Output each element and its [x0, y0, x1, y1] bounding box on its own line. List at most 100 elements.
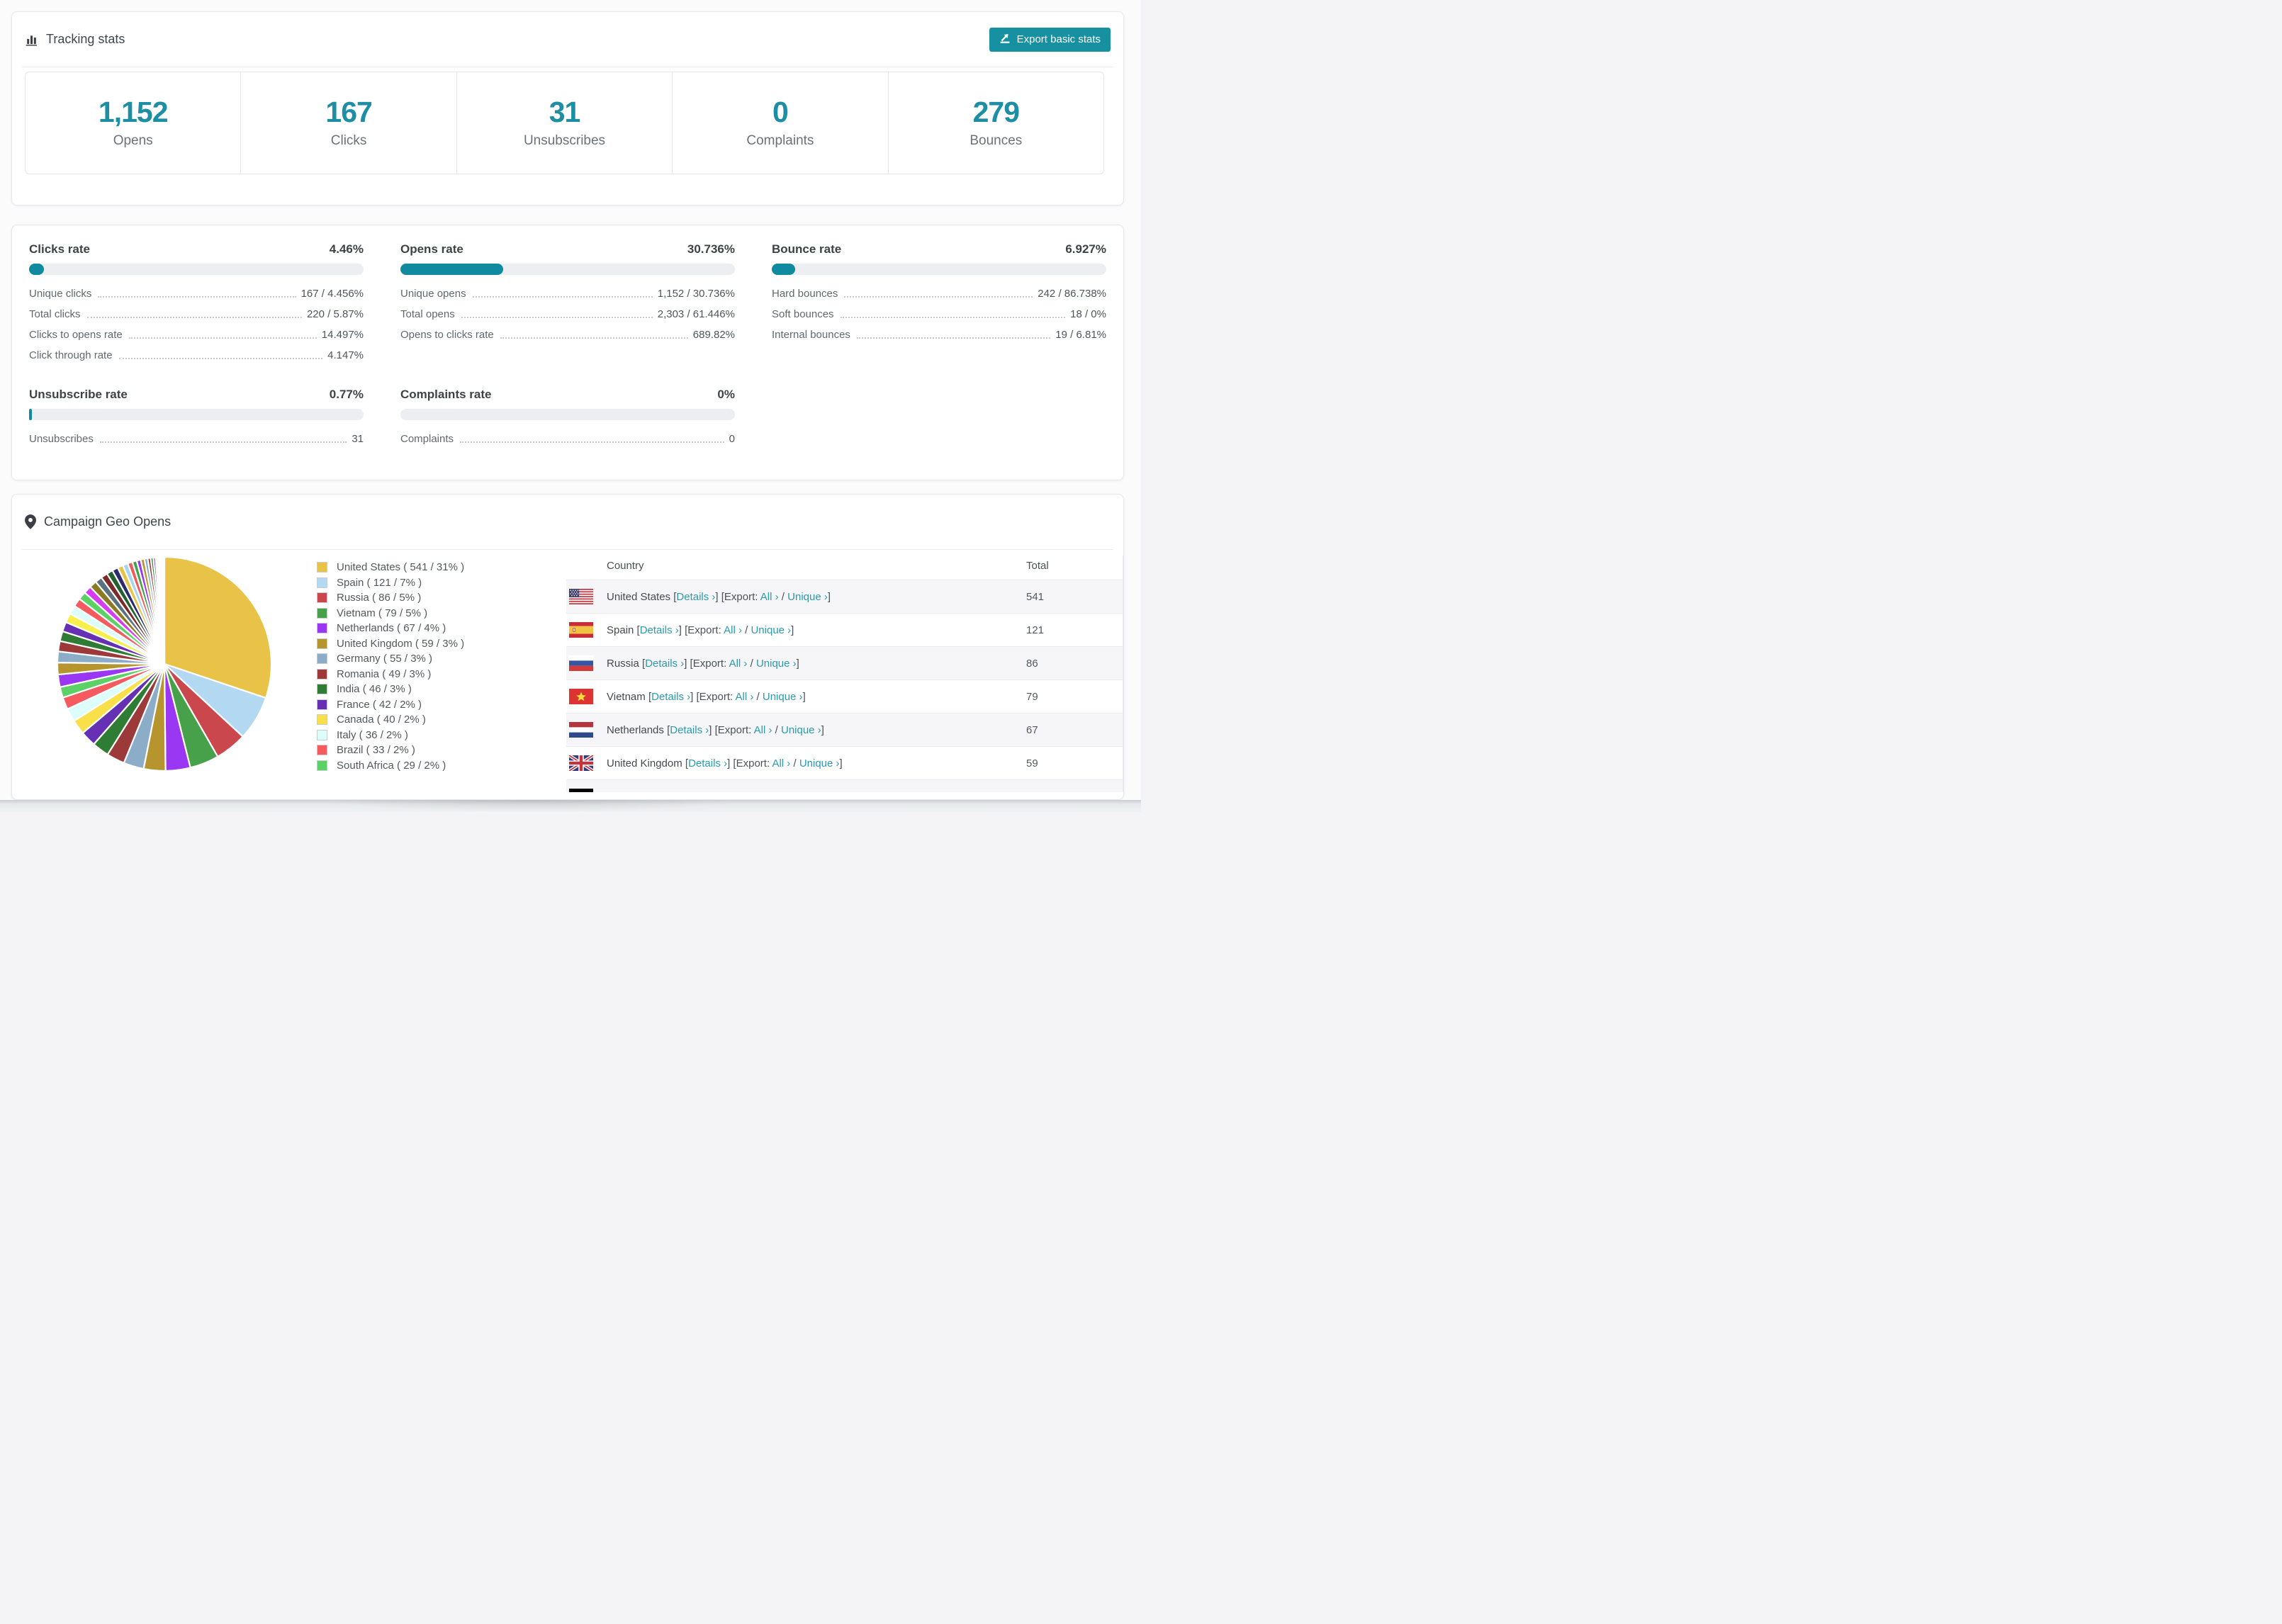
export-all-link[interactable]: All ›	[736, 691, 754, 703]
details-link[interactable]: Details ›	[651, 691, 690, 703]
export-unique-link[interactable]: Unique ›	[756, 658, 797, 670]
export-unique-link[interactable]: Unique ›	[763, 691, 803, 703]
details-link[interactable]: Details ›	[640, 624, 679, 636]
dotted-leader	[472, 296, 653, 298]
legend-item-spain[interactable]: Spain ( 121 / 7% )	[317, 575, 566, 591]
legend-item-russia[interactable]: Russia ( 86 / 5% )	[317, 590, 566, 606]
export-unique-link[interactable]: Unique ›	[787, 591, 828, 603]
geo-row-total-gb: 59	[1026, 757, 1038, 769]
export-unique-link[interactable]: Unique ›	[799, 757, 840, 769]
legend-label-canada: Canada ( 40 / 2% )	[337, 714, 426, 726]
export-all-link[interactable]: All ›	[754, 724, 772, 736]
rate-progress-fill-clicks-rate	[29, 264, 45, 275]
rate-progress-fill-opens-rate	[400, 264, 504, 275]
legend-item-canada[interactable]: Canada ( 40 / 2% )	[317, 712, 566, 728]
export-label: Export:	[736, 757, 772, 769]
rate-row-label-unique-clicks: Unique clicks	[29, 288, 92, 300]
legend-item-south-africa[interactable]: South Africa ( 29 / 2% )	[317, 758, 566, 774]
export-all-link[interactable]: All ›	[724, 624, 742, 636]
legend-swatch-france	[317, 699, 327, 710]
details-link[interactable]: Details ›	[656, 791, 695, 793]
country-name: United Kingdom	[607, 757, 685, 769]
legend-swatch-germany	[317, 653, 327, 665]
rate-row-value-hard-bounces: 242 / 86.738%	[1038, 288, 1106, 300]
rate-row-value-opens-to-clicks-rate: 689.82%	[692, 329, 735, 341]
geo-row-total-de: 55	[1026, 791, 1038, 793]
stat-value-clicks: 167	[325, 95, 372, 128]
details-link[interactable]: Details ›	[688, 757, 727, 769]
legend-item-france[interactable]: France ( 42 / 2% )	[317, 697, 566, 713]
legend-item-united-states[interactable]: United States ( 541 / 31% )	[317, 560, 566, 575]
legend-item-vietnam[interactable]: Vietnam ( 79 / 5% )	[317, 606, 566, 621]
export-unique-link[interactable]: Unique ›	[751, 624, 791, 636]
export-label: Export:	[699, 690, 736, 703]
export-basic-stats-button[interactable]: Export basic stats	[989, 27, 1111, 52]
rate-block-complaints-rate: Complaints rate 0% Complaints 0	[400, 388, 735, 449]
rate-row-label-hard-bounces: Hard bounces	[772, 288, 838, 300]
rate-row-label-opens-to-clicks-rate: Opens to clicks rate	[400, 329, 494, 341]
legend-item-germany[interactable]: Germany ( 55 / 3% )	[317, 651, 566, 667]
rate-row-label-soft-bounces: Soft bounces	[772, 308, 834, 320]
bracket: ]	[807, 791, 810, 793]
vn-flag-icon	[569, 689, 593, 704]
dotted-leader	[98, 296, 296, 298]
rate-block-clicks-rate: Clicks rate 4.46% Unique clicks 167 / 4.456…	[29, 242, 364, 366]
slash-separator: /	[778, 590, 788, 603]
legend-item-romania[interactable]: Romania ( 49 / 3% )	[317, 667, 566, 682]
stat-label-clicks: Clicks	[330, 132, 367, 148]
legend-item-united-kingdom[interactable]: United Kingdom ( 59 / 3% )	[317, 636, 566, 652]
legend-item-netherlands[interactable]: Netherlands ( 67 / 4% )	[317, 621, 566, 636]
export-unique-link[interactable]: Unique ›	[781, 724, 821, 736]
details-link[interactable]: Details ›	[676, 591, 715, 603]
campaign-geo-opens-title-text: Campaign Geo Opens	[44, 514, 172, 529]
legend-label-vietnam: Vietnam ( 79 / 5% )	[337, 607, 428, 619]
rate-value-opens-rate: 30.736%	[687, 242, 735, 256]
rate-value-bounce-rate: 6.927%	[1065, 242, 1106, 256]
legend-label-brazil: Brazil ( 33 / 2% )	[337, 744, 415, 757]
rate-progress-fill-unsubscribe-rate	[29, 409, 32, 420]
stat-cell-clicks: 167 Clicks	[240, 72, 456, 174]
bracket: ] [	[690, 690, 699, 703]
stat-value-bounces: 279	[972, 95, 1020, 128]
legend-item-india[interactable]: India ( 46 / 3% )	[317, 682, 566, 697]
rate-row-complaints: Complaints 0	[400, 429, 735, 449]
stat-label-opens: Opens	[113, 132, 153, 148]
rates-grid: Clicks rate 4.46% Unique clicks 167 / 4.456…	[12, 225, 1123, 449]
country-name: Russia	[607, 657, 643, 670]
export-all-link[interactable]: All ›	[740, 791, 758, 793]
rate-row-value-unsubscribes: 31	[352, 433, 364, 445]
export-all-link[interactable]: All ›	[760, 591, 779, 603]
slash-separator: /	[758, 791, 768, 793]
rate-row-unique-opens: Unique opens 1,152 / 30.736%	[400, 283, 735, 304]
country-name: Germany	[607, 791, 653, 793]
geo-row-country-es: Spain [Details ›] [Export: All › / Uniqu…	[607, 624, 794, 636]
geo-row-country-ru: Russia [Details ›] [Export: All › / Uniq…	[607, 658, 799, 670]
geo-table-row-nl: Netherlands [Details ›] [Export: All › /…	[566, 713, 1123, 746]
details-link[interactable]: Details ›	[645, 658, 684, 670]
rate-row-value-soft-bounces: 18 / 0%	[1070, 308, 1106, 320]
rate-row-soft-bounces: Soft bounces 18 / 0%	[772, 304, 1106, 325]
legend-label-united-kingdom: United Kingdom ( 59 / 3% )	[337, 637, 465, 650]
rate-row-total-opens: Total opens 2,303 / 61.446%	[400, 304, 735, 325]
geo-row-country-nl: Netherlands [Details ›] [Export: All › /…	[607, 724, 824, 736]
legend-item-brazil[interactable]: Brazil ( 33 / 2% )	[317, 743, 566, 758]
slash-separator: /	[790, 757, 799, 769]
rate-block-unsubscribe-rate: Unsubscribe rate 0.77% Unsubscribes 31	[29, 388, 364, 449]
rate-row-label-unsubscribes: Unsubscribes	[29, 433, 94, 445]
geo-table-header-row: Country Total	[566, 556, 1123, 580]
bracket: ] [	[727, 757, 736, 769]
rate-row-total-clicks: Total clicks 220 / 5.87%	[29, 304, 364, 325]
stat-cell-unsubscribes: 31 Unsubscribes	[456, 72, 672, 174]
dotted-leader	[844, 296, 1033, 298]
legend-swatch-vietnam	[317, 607, 327, 619]
geo-table-row-vn: Vietnam [Details ›] [Export: All › / Uni…	[566, 680, 1123, 713]
export-all-link[interactable]: All ›	[772, 757, 790, 769]
rate-row-value-unique-opens: 1,152 / 30.736%	[657, 288, 735, 300]
legend-item-italy[interactable]: Italy ( 36 / 2% )	[317, 728, 566, 743]
export-unique-link[interactable]: Unique ›	[768, 791, 808, 793]
details-link[interactable]: Details ›	[670, 724, 709, 736]
geo-pie-chart[interactable]	[55, 554, 274, 774]
country-name: Vietnam	[607, 690, 648, 703]
dotted-leader	[86, 317, 302, 318]
export-all-link[interactable]: All ›	[729, 658, 748, 670]
